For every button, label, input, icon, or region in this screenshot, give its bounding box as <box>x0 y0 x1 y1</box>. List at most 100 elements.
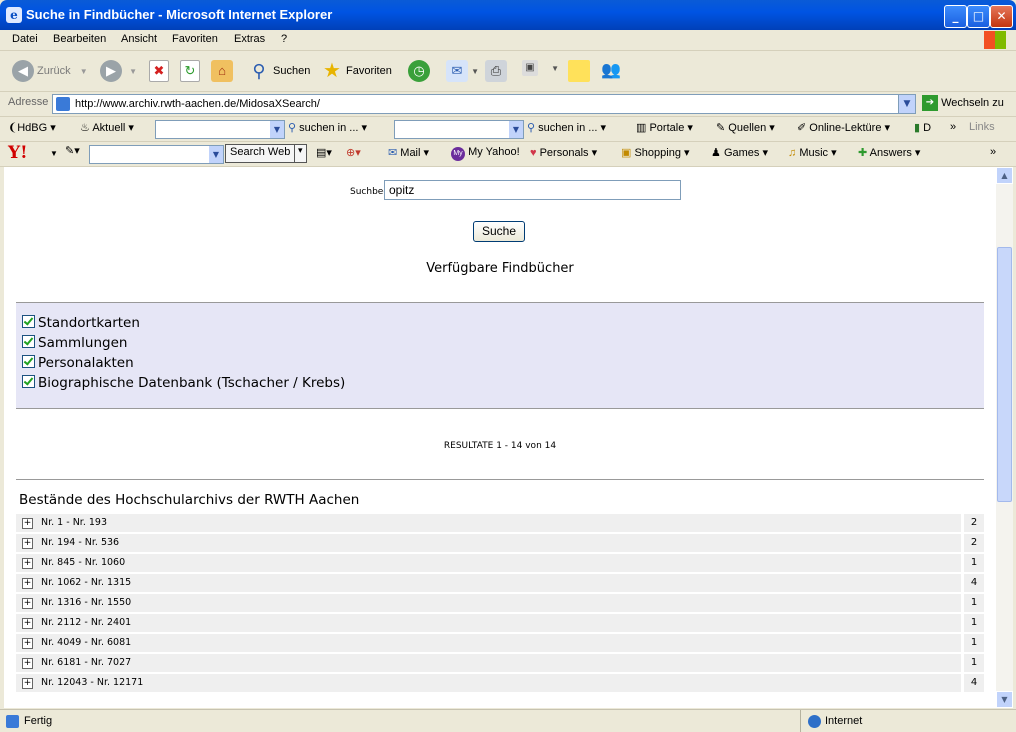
shopping-link[interactable]: ▣ Shopping ▾ <box>621 146 690 159</box>
checkbox-checked-icon[interactable] <box>22 375 35 388</box>
table-row[interactable]: + Nr. 1 - Nr. 193 2 <box>16 514 984 532</box>
highlight-icon[interactable]: ⊕▾ <box>346 146 361 159</box>
portale-button[interactable]: ▥ Portale ▾ <box>636 121 693 134</box>
expand-plus-icon[interactable]: + <box>22 558 33 569</box>
expand-plus-icon[interactable]: + <box>22 538 33 549</box>
history-icon: ◷ <box>408 60 430 82</box>
search-web-dropdown-icon[interactable]: ▾ <box>294 144 307 163</box>
expand-plus-icon[interactable]: + <box>22 638 33 649</box>
expand-plus-icon[interactable]: + <box>22 618 33 629</box>
links-overflow-chevron-icon[interactable]: » <box>950 121 956 133</box>
expand-plus-icon[interactable]: + <box>22 658 33 669</box>
maximize-button[interactable]: □ <box>967 5 990 28</box>
menu-bearbeiten[interactable]: Bearbeiten <box>53 33 106 45</box>
go-button[interactable]: ➔ Wechseln zu <box>922 95 1004 111</box>
history-button[interactable]: ◷ <box>408 60 430 82</box>
search-term-input[interactable]: opitz <box>384 180 681 200</box>
music-link[interactable]: ♫ Music ▾ <box>788 146 837 159</box>
personals-link[interactable]: ♥ Personals ▾ <box>530 146 597 159</box>
search-button[interactable]: ⚲ Suchen <box>248 60 310 82</box>
stop-icon: ✖ <box>149 60 169 82</box>
mail-link[interactable]: ✉ Mail ▾ <box>388 146 429 159</box>
vertical-scrollbar[interactable]: ▲ ▼ <box>996 167 1013 708</box>
table-row[interactable]: + Nr. 845 - Nr. 1060 1 <box>16 554 984 572</box>
mail-button[interactable]: ✉ ▼ <box>446 60 479 82</box>
my-yahoo-link[interactable]: My My Yahoo! <box>451 146 520 161</box>
mail-dropdown-icon[interactable]: ▼ <box>471 67 479 76</box>
refresh-button[interactable]: ↻ <box>180 60 200 82</box>
stop-button[interactable]: ✖ <box>149 60 169 82</box>
table-row[interactable]: + Nr. 194 - Nr. 536 2 <box>16 534 984 552</box>
menu-help[interactable]: ? <box>281 33 287 45</box>
links-label[interactable]: Links <box>969 121 995 133</box>
favorites-button[interactable]: ★ Favoriten <box>321 60 392 82</box>
messenger-button[interactable]: 👥 <box>600 60 622 82</box>
forward-dropdown-icon[interactable]: ▼ <box>129 67 137 76</box>
search-web-button[interactable]: Search Web <box>225 144 296 163</box>
aktuell-button[interactable]: ♨ Aktuell ▾ <box>80 121 134 134</box>
table-row[interactable]: + Nr. 1316 - Nr. 1550 1 <box>16 594 984 612</box>
expand-plus-icon[interactable]: + <box>22 578 33 589</box>
table-row[interactable]: + Nr. 12043 - Nr. 12171 4 <box>16 674 984 692</box>
scroll-down-icon[interactable]: ▼ <box>996 691 1013 708</box>
findbuch-sammlungen[interactable]: Sammlungen <box>22 335 127 351</box>
edit-button[interactable]: ▣ ▼ <box>522 60 559 82</box>
d-button[interactable]: ▮ D <box>914 121 931 134</box>
findbuch-personalakten[interactable]: Personalakten <box>22 355 134 371</box>
quellen-button[interactable]: ✎ Quellen ▾ <box>716 121 775 134</box>
pencil-icon[interactable]: ✎▾ <box>65 144 80 157</box>
address-dropdown-icon[interactable]: ▼ <box>898 95 915 113</box>
suche-button[interactable]: Suche <box>473 221 525 242</box>
yahoo-search-input[interactable]: ▼ <box>89 145 224 164</box>
checkbox-checked-icon[interactable] <box>22 355 35 368</box>
back-dropdown-icon[interactable]: ▼ <box>80 67 88 76</box>
yahoo-menu-dropdown-icon[interactable]: ▼ <box>50 149 58 158</box>
findbuecher-heading: Verfügbare Findbücher <box>426 261 574 276</box>
expand-plus-icon[interactable]: + <box>22 678 33 689</box>
menu-datei[interactable]: Datei <box>12 33 38 45</box>
combo-2-dropdown-icon[interactable]: ▼ <box>509 121 523 138</box>
links-combo-1[interactable]: ▼ <box>155 120 285 139</box>
expand-plus-icon[interactable]: + <box>22 598 33 609</box>
yahoo-search-dropdown-icon[interactable]: ▼ <box>209 146 223 163</box>
expand-plus-icon[interactable]: + <box>22 518 33 529</box>
notes-button[interactable] <box>568 60 590 82</box>
minimize-button[interactable]: _ <box>944 5 967 28</box>
games-link[interactable]: ♟ Games ▾ <box>711 146 768 159</box>
answers-link[interactable]: ✚ Answers ▾ <box>858 146 920 159</box>
table-row[interactable]: + Nr. 1062 - Nr. 1315 4 <box>16 574 984 592</box>
checkbox-checked-icon[interactable] <box>22 335 35 348</box>
print-button[interactable]: ⎙ <box>485 60 507 82</box>
findbuch-standortkarten[interactable]: Standortkarten <box>22 315 140 331</box>
scroll-up-icon[interactable]: ▲ <box>996 167 1013 184</box>
yahoo-overflow-chevron-icon[interactable]: » <box>990 146 996 158</box>
close-button[interactable]: ✕ <box>990 5 1013 28</box>
forward-button[interactable]: ▶ ▼ <box>100 60 137 82</box>
menu-ansicht[interactable]: Ansicht <box>121 33 157 45</box>
hdbg-button[interactable]: ❨HdBG ▾ <box>8 121 56 134</box>
edit-dropdown-icon[interactable]: ▼ <box>551 64 559 73</box>
suchen-in-2-button[interactable]: ⚲ suchen in ... ▾ <box>527 121 606 134</box>
address-input[interactable]: http://www.archiv.rwth-aachen.de/MidosaX… <box>52 94 916 114</box>
combo-1-dropdown-icon[interactable]: ▼ <box>270 121 284 138</box>
search-icon-1: ⚲ <box>288 122 297 134</box>
suchen-in-1-button[interactable]: ⚲ suchen in ... ▾ <box>288 121 367 134</box>
table-row[interactable]: + Nr. 6181 - Nr. 7027 1 <box>16 654 984 672</box>
links-combo-2[interactable]: ▼ <box>394 120 524 139</box>
menu-extras[interactable]: Extras <box>234 33 265 45</box>
findbuecher-list: Standortkarten Sammlungen Personalakten … <box>16 302 984 409</box>
scroll-thumb[interactable] <box>997 247 1012 502</box>
music-label: Music <box>799 147 829 159</box>
table-row[interactable]: + Nr. 4049 - Nr. 6081 1 <box>16 634 984 652</box>
back-button[interactable]: ◀ Zurück ▼ <box>12 60 88 82</box>
online-lektuere-button[interactable]: ✐ Online-Lektüre ▾ <box>797 121 890 134</box>
page-tools-icon[interactable]: ▤▾ <box>316 146 332 159</box>
findbuch-biographische-datenbank[interactable]: Biographische Datenbank (Tschacher / Kre… <box>22 375 345 391</box>
findbuch-label: Biographische Datenbank (Tschacher / Kre… <box>38 375 346 391</box>
row-cell: + Nr. 12043 - Nr. 12171 <box>16 674 961 692</box>
home-button[interactable]: ⌂ <box>211 60 233 82</box>
yahoo-logo-icon[interactable]: Y! <box>8 143 28 163</box>
menu-favoriten[interactable]: Favoriten <box>172 33 218 45</box>
table-row[interactable]: + Nr. 2112 - Nr. 2401 1 <box>16 614 984 632</box>
checkbox-checked-icon[interactable] <box>22 315 35 328</box>
